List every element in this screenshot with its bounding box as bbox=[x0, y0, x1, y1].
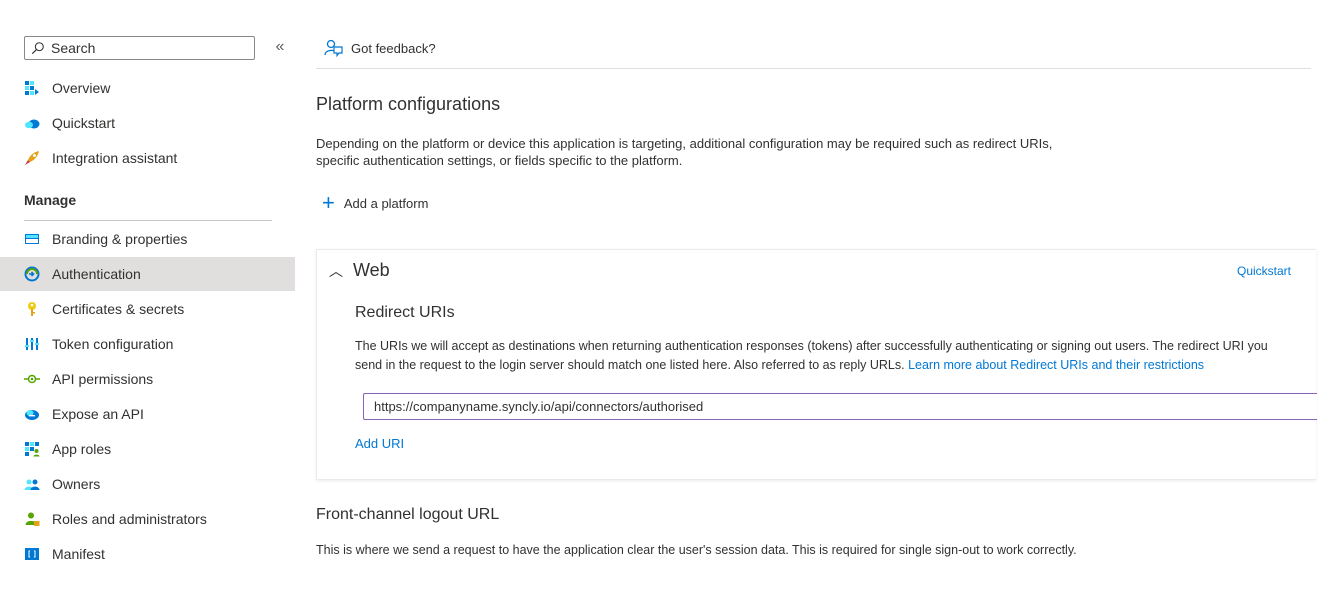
sidebar-item-label: API permissions bbox=[52, 371, 154, 387]
add-platform-label: Add a platform bbox=[343, 195, 429, 211]
token-icon bbox=[24, 336, 40, 352]
sidebar-item-quickstart[interactable]: Quickstart bbox=[0, 106, 295, 140]
web-card-header[interactable]: ︿ Web bbox=[329, 260, 390, 281]
cloud-icon bbox=[24, 406, 40, 422]
front-channel-logout-title: Front-channel logout URL bbox=[316, 506, 500, 523]
roles-admin-icon bbox=[24, 511, 40, 527]
add-uri-link[interactable]: Add URI bbox=[355, 436, 404, 451]
sidebar-item-label: Integration assistant bbox=[52, 150, 178, 166]
search-input[interactable]: Search bbox=[24, 36, 255, 60]
manifest-icon bbox=[24, 546, 40, 562]
sidebar-item-token-configuration[interactable]: Token configuration bbox=[0, 327, 295, 361]
sidebar-item-label: App roles bbox=[52, 441, 112, 457]
sidebar-item-label: Token configuration bbox=[52, 336, 174, 352]
redirect-uris-title: Redirect URIs bbox=[355, 304, 455, 321]
sidebar-item-label: Manifest bbox=[52, 546, 105, 562]
rocket-icon bbox=[24, 150, 40, 166]
redirect-desc-line-2: send in the request to the login server … bbox=[355, 356, 1315, 375]
collapse-sidebar-button[interactable]: « bbox=[271, 37, 289, 57]
sidebar-item-manifest[interactable]: Manifest bbox=[0, 537, 295, 571]
feedback-icon bbox=[324, 39, 343, 58]
redirect-desc-line-1: The URIs we will accept as destinations … bbox=[355, 339, 1268, 353]
feedback-button[interactable]: Got feedback? bbox=[323, 38, 436, 58]
learn-more-redirect-uris-link[interactable]: Learn more about Redirect URIs and their… bbox=[908, 358, 1204, 372]
quickstart-icon bbox=[24, 115, 40, 131]
platform-configurations-title: Platform configurations bbox=[316, 94, 501, 114]
sidebar-item-label: Overview bbox=[52, 80, 111, 96]
sidebar-item-label: Branding & properties bbox=[52, 231, 188, 247]
platform-configurations-description: Depending on the platform or device this… bbox=[316, 136, 1053, 168]
sidebar: Search « Overview Quickstart Integration… bbox=[0, 0, 295, 592]
sidebar-item-app-roles[interactable]: App roles bbox=[0, 432, 295, 466]
redirect-uri-input[interactable] bbox=[363, 393, 1317, 420]
header-divider bbox=[316, 68, 1311, 69]
web-quickstart-link[interactable]: Quickstart bbox=[1237, 264, 1291, 278]
sidebar-item-authentication[interactable]: Authentication bbox=[0, 257, 295, 291]
sidebar-item-owners[interactable]: Owners bbox=[0, 467, 295, 501]
sidebar-item-label: Roles and administrators bbox=[52, 511, 207, 527]
feedback-label: Got feedback? bbox=[351, 40, 436, 56]
redirect-uris-description: The URIs we will accept as destinations … bbox=[355, 337, 1315, 375]
key-icon bbox=[24, 301, 40, 317]
sidebar-item-label: Quickstart bbox=[52, 115, 116, 131]
search-row: Search « bbox=[24, 36, 288, 60]
sidebar-item-api-permissions[interactable]: API permissions bbox=[0, 362, 295, 396]
overview-icon bbox=[24, 80, 40, 96]
web-platform-card: ︿ Web Quickstart Redirect URIs The URIs … bbox=[316, 249, 1317, 480]
authentication-icon bbox=[24, 266, 40, 282]
redirect-desc-line-2-text: send in the request to the login server … bbox=[355, 358, 909, 372]
sidebar-item-integration-assistant[interactable]: Integration assistant bbox=[0, 141, 295, 175]
web-card-title: Web bbox=[353, 260, 390, 280]
api-permissions-icon bbox=[24, 371, 40, 387]
main-content: Got feedback? Platform configurations De… bbox=[316, 0, 1340, 592]
section-divider bbox=[24, 220, 272, 221]
add-platform-button[interactable]: + Add a platform bbox=[322, 190, 429, 215]
sidebar-item-branding[interactable]: Branding & properties bbox=[0, 222, 295, 256]
search-icon bbox=[31, 42, 44, 55]
sidebar-item-certificates-secrets[interactable]: Certificates & secrets bbox=[0, 292, 295, 326]
app-roles-icon bbox=[24, 441, 40, 457]
sidebar-item-label: Authentication bbox=[52, 266, 141, 282]
branding-icon bbox=[24, 231, 40, 247]
front-channel-logout-description: This is where we send a request to have … bbox=[316, 543, 1077, 557]
plus-icon: + bbox=[322, 190, 335, 215]
sidebar-item-label: Owners bbox=[52, 476, 101, 492]
owners-icon bbox=[24, 476, 40, 492]
section-label-manage: Manage bbox=[24, 192, 77, 208]
sidebar-item-expose-api[interactable]: Expose an API bbox=[0, 397, 295, 431]
sidebar-item-label: Expose an API bbox=[52, 406, 144, 422]
chevron-up-icon[interactable]: ︿ bbox=[329, 261, 343, 281]
search-placeholder: Search bbox=[51, 40, 96, 56]
sidebar-item-overview[interactable]: Overview bbox=[0, 71, 295, 105]
sidebar-item-roles-administrators[interactable]: Roles and administrators bbox=[0, 502, 295, 536]
sidebar-item-label: Certificates & secrets bbox=[52, 301, 185, 317]
